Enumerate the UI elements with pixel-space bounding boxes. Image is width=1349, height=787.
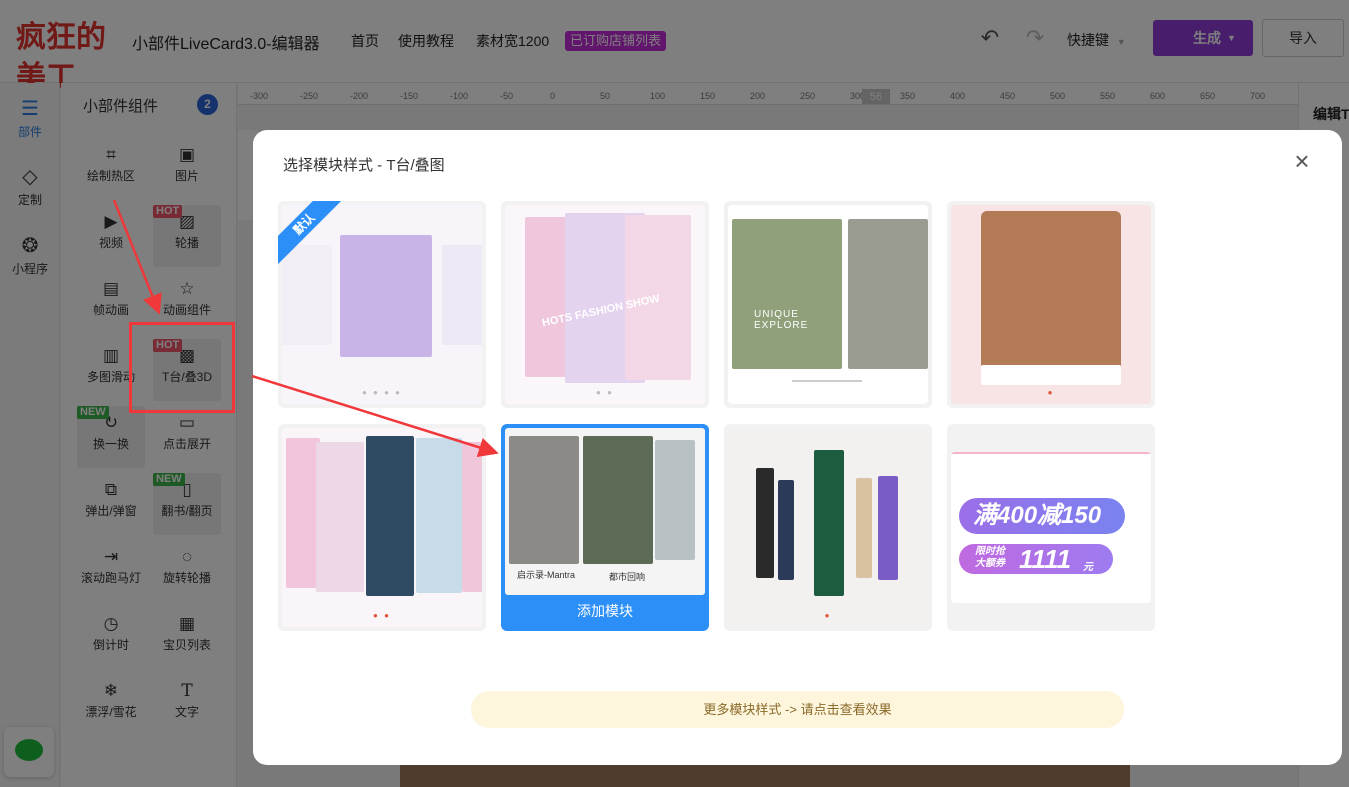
style-card-stacked-pink[interactable]: HOTS FASHION SHOW ● ● <box>501 201 709 408</box>
preview-caption-bar <box>981 365 1121 385</box>
carousel-dots: ● ● ● ● <box>362 388 402 397</box>
style-card-promo-coupons[interactable]: 满400减150 限时抢 大额券 1111 元 <box>947 424 1155 631</box>
preview-figure <box>655 440 695 560</box>
preview-figure <box>442 245 482 345</box>
preview-figure <box>778 480 794 580</box>
preview-figure <box>878 476 898 580</box>
preview-figure <box>848 219 928 369</box>
preview-divider <box>951 452 1151 454</box>
preview-caption: UNIQUE EXPLORE <box>754 309 809 331</box>
scroll-indicator <box>792 380 862 382</box>
promo-banner-1: 满400减150 <box>959 498 1125 534</box>
default-tag: 默认 <box>278 201 342 265</box>
preview-figure <box>756 468 774 578</box>
preview-figure <box>366 436 414 596</box>
style-preview: ● <box>728 428 928 627</box>
preview-figure <box>583 436 653 564</box>
style-card-fashion-3d[interactable]: 启示录-Mantra 都市回响 添加模块 <box>501 424 709 631</box>
preview-figure <box>981 211 1121 371</box>
close-icon[interactable]: × <box>1290 148 1314 174</box>
preview-figure <box>856 478 872 578</box>
modal-title: 选择模块样式 - T台/叠图 <box>283 157 445 174</box>
preview-figure <box>316 442 364 592</box>
style-card-fur-portrait[interactable]: ● <box>947 201 1155 408</box>
preview-figure <box>814 450 844 596</box>
preview-figure <box>416 438 462 593</box>
carousel-dots: ● ● <box>596 388 614 397</box>
preview-figure <box>462 442 482 592</box>
carousel-dots: ● <box>824 611 832 620</box>
add-module-button[interactable]: 添加模块 <box>501 601 709 621</box>
style-picker-modal: 选择模块样式 - T台/叠图 × ● ● ● ● 默认 HOTS FASHION… <box>253 130 1342 765</box>
style-card-sneaker-fan[interactable]: ● ● <box>278 424 486 631</box>
style-preview: 启示录-Mantra 都市回响 <box>505 428 705 595</box>
style-card-explore[interactable]: UNIQUE EXPLORE <box>724 201 932 408</box>
style-preview: HOTS FASHION SHOW ● ● <box>505 205 705 404</box>
style-preview: UNIQUE EXPLORE <box>728 205 928 404</box>
promo-amount: 1111 <box>1019 544 1072 574</box>
promo-unit: 元 <box>1083 562 1093 573</box>
preview-figure <box>286 438 320 588</box>
preview-figure <box>340 235 432 357</box>
promo-label: 大额券 <box>975 558 1005 569</box>
carousel-dots: ● <box>1047 388 1055 397</box>
preview-caption: 都市回响 <box>609 572 646 582</box>
promo-label: 限时抢 <box>975 546 1005 557</box>
carousel-dots: ● ● <box>373 611 391 620</box>
preview-caption: 启示录-Mantra <box>517 570 576 580</box>
default-tag-label: 默认 <box>278 201 342 265</box>
style-preview: ● <box>951 205 1151 404</box>
more-styles-link[interactable]: 更多模块样式 -> 请点击查看效果 <box>471 691 1124 728</box>
preview-figure <box>732 219 842 369</box>
style-preview: ● ● <box>282 428 482 627</box>
style-preview: 满400减150 限时抢 大额券 1111 元 <box>951 452 1151 603</box>
promo-banner-2: 限时抢 大额券 1111 元 <box>959 544 1113 574</box>
style-card-group-lineup[interactable]: ● <box>724 424 932 631</box>
style-card-runway-purple[interactable]: ● ● ● ● 默认 <box>278 201 486 408</box>
preview-figure <box>509 436 579 564</box>
highlight-box <box>129 322 235 413</box>
